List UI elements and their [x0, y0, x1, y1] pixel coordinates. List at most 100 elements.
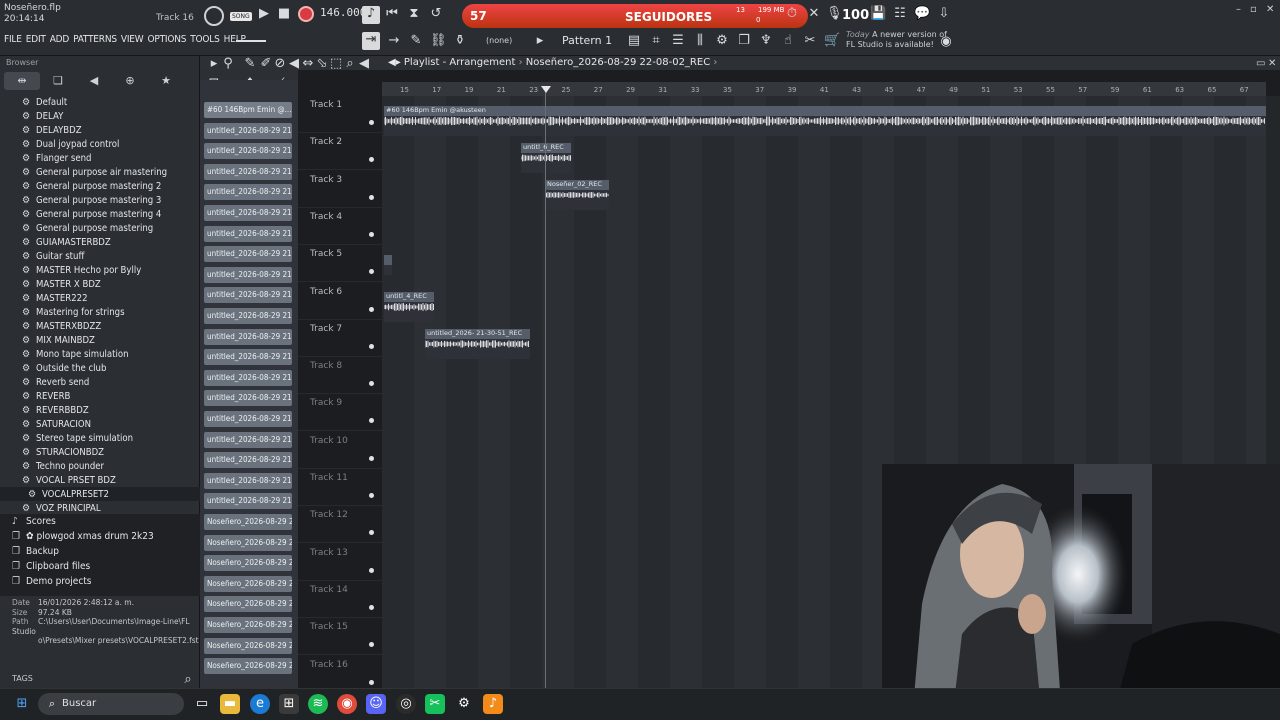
mic-icon[interactable]: 🎙 [826, 6, 843, 22]
edge-icon[interactable]: e [250, 694, 270, 714]
preset-item[interactable]: ⚙ VOCALPRESET2 [0, 487, 200, 501]
clip-source-item[interactable]: untitled_2026-08-29 21-... [204, 205, 292, 221]
tools-icon[interactable]: ✂ [802, 33, 818, 49]
track-header[interactable]: Track 3 [298, 171, 382, 208]
track-header[interactable]: Track 11 [298, 469, 382, 506]
folder-clipboard[interactable]: ❐ Clipboard files [0, 559, 200, 574]
track-header[interactable]: Track 7 [298, 320, 382, 357]
playlist-close-button[interactable]: ✕ [1268, 58, 1276, 69]
metronome-icon[interactable]: ♪ [362, 6, 380, 24]
preset-item[interactable]: ⚙ GUIAMASTERBDZ [0, 235, 200, 249]
track-enable-dot[interactable] [369, 120, 374, 125]
folder-backup[interactable]: ❐ Backup [0, 544, 200, 559]
track-enable-dot[interactable] [369, 455, 374, 461]
track-header[interactable]: Track 14 [298, 581, 382, 618]
track-header[interactable]: Track 9 [298, 394, 382, 432]
file-explorer-icon[interactable]: ▬ [220, 694, 240, 714]
link-icon[interactable]: ⛓ [430, 33, 447, 49]
track-header[interactable]: Track 16 [298, 656, 382, 693]
piano-roll-icon[interactable]: ⌗ [648, 33, 664, 49]
track-enable-dot[interactable] [369, 530, 374, 536]
clip-source-item[interactable]: untitled_2026-08-29 21-... [204, 411, 292, 427]
pattern-song-toggle-icon[interactable] [204, 6, 224, 26]
chat-icon[interactable]: 💬 [914, 6, 930, 22]
preset-item[interactable]: ⚙ VOCAL PRSET BDZ [0, 473, 200, 487]
track-enable-dot[interactable] [369, 194, 374, 200]
pattern-prev-icon[interactable]: ▸ [532, 33, 548, 49]
menu-options[interactable]: OPTIONS [147, 34, 186, 45]
playlist-arrow-icon[interactable]: ◀▸ [388, 57, 404, 68]
clip-source-item[interactable]: untitled_2026-08-29 21-... [204, 163, 292, 180]
preset-item[interactable]: ⚙ Outside the club [0, 361, 200, 375]
preset-item[interactable]: ⚙ General purpose mastering [0, 221, 200, 235]
clock-sync-icon[interactable]: ⏱ [784, 6, 800, 22]
stamp-icon[interactable]: ⚱ [452, 33, 468, 49]
playlist-minimize-button[interactable]: ▭ [1256, 58, 1265, 69]
clip-source-item[interactable]: untitled_2026-08-29 21-... [204, 328, 292, 345]
clip-source-item[interactable]: Noseñero_2026-08-29 2... [204, 575, 292, 592]
maximize-button[interactable]: ▫ [1250, 4, 1257, 15]
info-icon[interactable]: ◉ [938, 34, 954, 50]
tempo-display[interactable]: 146.000 [320, 6, 366, 19]
track-enable-dot[interactable] [369, 418, 374, 424]
preset-item[interactable]: ⚙ General purpose mastering 3 [0, 193, 200, 207]
minimize-button[interactable]: – [1236, 4, 1241, 15]
browser-icon[interactable]: ❐ [736, 33, 752, 49]
store-icon[interactable]: ⊞ [279, 694, 299, 714]
preset-item[interactable]: ⚙ DELAYBDZ [0, 123, 200, 137]
obs-icon[interactable]: ◎ [396, 694, 416, 714]
clip-source-item[interactable]: untitled_2026-08-29 21-... [204, 452, 292, 469]
clip-source-item[interactable]: Noseñero_2026-08-29 2... [204, 534, 292, 551]
chrome-icon[interactable]: ◉ [337, 694, 357, 714]
folder-scores[interactable]: ♪ Scores [0, 514, 200, 529]
touch-icon[interactable]: ☝ [780, 33, 796, 49]
browser-tab-files-icon[interactable]: ❏ [40, 72, 76, 90]
stop-icon[interactable]: ■ [276, 6, 292, 22]
folder-plowgod[interactable]: ❐ ✿ plowgod xmas drum 2k23 [0, 529, 200, 544]
menu-tools[interactable]: TOOLS [190, 34, 220, 45]
clip-source-item[interactable]: untitled_2026-08-29 21-... [204, 266, 292, 283]
pattern-selector[interactable]: Pattern 1 [562, 34, 612, 47]
clip-source-item[interactable]: untitled_2026-08-29 21-... [204, 308, 292, 324]
preset-item[interactable]: ⚙ General purpose mastering 4 [0, 207, 200, 221]
track-enable-dot[interactable] [369, 642, 374, 648]
preset-item[interactable]: ⚙ Flanger send [0, 151, 200, 165]
menu-view[interactable]: VIEW [121, 34, 144, 45]
preset-item[interactable]: ⚙ General purpose air mastering [0, 165, 200, 179]
menu-patterns[interactable]: PATTERNS [73, 34, 117, 45]
clip-source-item[interactable]: untitled_2026-08-29 21-... [204, 390, 292, 407]
clip-source-item[interactable]: untitled_2026-08-29 21-... [204, 184, 292, 201]
clip-source-item[interactable]: untitled_2026-08-29 21-... [204, 431, 292, 448]
discord-icon[interactable]: ☺ [366, 694, 386, 714]
record-button[interactable] [298, 6, 314, 22]
track-header[interactable]: Track 13 [298, 544, 382, 581]
preset-item[interactable]: ⚙ REVERB [0, 389, 200, 403]
windows-start-icon[interactable]: ⊞ [12, 694, 32, 714]
snap-icon[interactable]: ⇥ [362, 32, 380, 50]
track-header[interactable]: Track 8 [298, 357, 382, 395]
update-notice[interactable]: Today A newer version of FL Studio is av… [846, 30, 947, 50]
clip-source-item[interactable]: untitled_2026-08-29 21-... [204, 287, 292, 304]
preset-item[interactable]: ⚙ Guitar stuff [0, 249, 200, 263]
master-volume-slider[interactable] [236, 40, 266, 42]
preset-item[interactable]: ⚙ DELAY [0, 109, 200, 123]
preset-item[interactable]: ⚙ STURACIONBDZ [0, 445, 200, 459]
preset-item[interactable]: ⚙ VOZ PRINCIPAL [0, 501, 200, 515]
track-header[interactable]: Track 6 [298, 283, 382, 320]
capcut-icon[interactable]: ✂ [425, 694, 445, 714]
loop-record-icon[interactable]: ↺ [428, 6, 444, 22]
countdown-icon[interactable]: ⧗ [406, 6, 422, 22]
menu-edit[interactable]: EDIT [26, 34, 46, 45]
mixer-view-icon[interactable]: ⫼ [692, 33, 708, 49]
preset-item[interactable]: ⚙ General purpose mastering 2 [0, 179, 200, 193]
spotify-icon[interactable]: ≋ [308, 694, 328, 714]
track-enable-dot[interactable] [369, 604, 374, 610]
clip-source-item[interactable]: Noseñero_2026-08-29 2... [204, 555, 292, 572]
clip-source-item[interactable]: Noseñero_2026-08-29 2... [204, 514, 292, 530]
mixer-icon[interactable]: ☷ [892, 6, 908, 22]
clip-source-item[interactable]: untitled_2026-08-29 21-... [204, 246, 292, 263]
track-enable-dot[interactable] [369, 157, 374, 163]
channel-rack-icon[interactable]: ☰ [670, 33, 686, 49]
preset-item[interactable]: ⚙ REVERBBDZ [0, 403, 200, 417]
preset-item[interactable]: ⚙ Stereo tape simulation [0, 431, 200, 445]
